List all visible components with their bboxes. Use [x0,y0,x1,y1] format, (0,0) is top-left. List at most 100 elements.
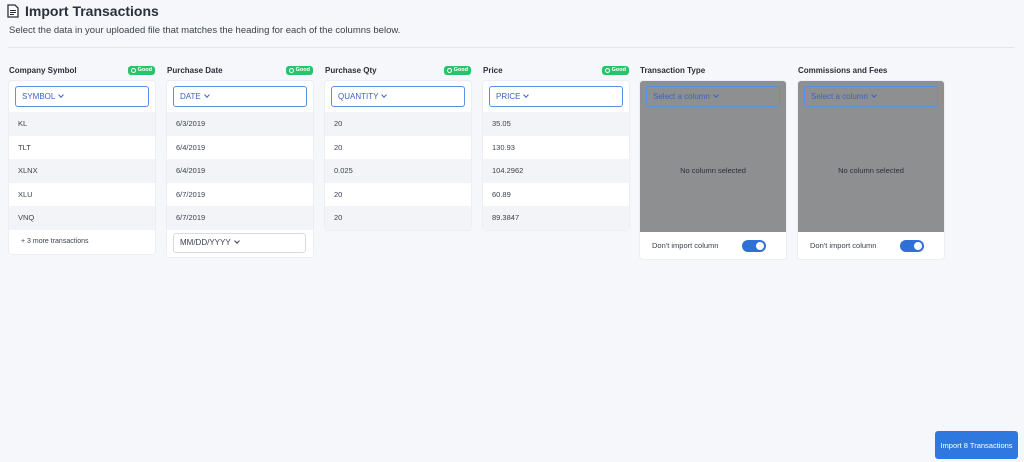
check-circle-icon [446,67,452,73]
column-card: DATE 6/3/2019 6/4/2019 6/4/2019 6/7/2019… [167,81,313,257]
table-row: 6/4/2019 [167,159,313,183]
status-badge: Good [285,65,313,75]
column-header: Transaction Type [640,63,786,77]
table-row: 35.05 [483,112,629,136]
badge-label: Good [453,67,468,73]
toggle-knob [914,241,922,250]
table-row: 20 [334,142,343,152]
table-row: 0.025 [325,159,471,183]
column-price: Price Good PRICE 35.05 130.93 104.2962 6… [483,63,629,230]
column-select[interactable]: QUANTITY [331,86,465,107]
column-header: Purchase Qty Good [325,63,471,77]
toggle-label: Don't import column [652,241,719,250]
table-row: XLU [18,189,33,199]
table-row: 6/3/2019 [167,112,313,136]
column-commissions-fees: Commissions and Fees Select a column No … [798,63,944,259]
toggle-row: Don't import column [798,232,944,259]
table-row: VNQ [9,206,155,230]
column-select[interactable]: Select a column [804,86,938,107]
chevron-down-icon [871,92,877,98]
select-wrap: QUANTITY [325,81,471,112]
column-select[interactable]: DATE [173,86,307,107]
column-card: Select a column No column selected Don't… [640,81,786,259]
column-card: PRICE 35.05 130.93 104.2962 60.89 89.384… [483,81,629,230]
column-select[interactable]: SYMBOL [15,86,149,107]
table-row: 6/7/2019 [167,206,313,230]
table-row: 89.3847 [483,206,629,230]
column-header: Purchase Date Good [167,63,313,77]
badge-label: Good [611,67,626,73]
column-company-symbol: Company Symbol Good SYMBOL KL TLT XLNX X… [9,63,155,254]
badge-label: Good [295,67,310,73]
dont-import-toggle[interactable] [900,239,924,252]
page-title: Import Transactions [25,3,159,19]
check-circle-icon [288,67,294,73]
column-card: SYMBOL KL TLT XLNX XLU VNQ + 3 more tran… [9,81,155,254]
column-title: Price [483,65,503,75]
column-transaction-type: Transaction Type Select a column No colu… [640,63,786,259]
select-value: QUANTITY [338,92,379,101]
select-wrap: DATE [167,81,313,112]
select-value: PRICE [496,92,521,101]
title-row: Import Transactions [7,3,1014,19]
chevron-down-icon [203,92,210,98]
table-row: 60.89 [492,189,511,199]
toggle-knob [756,241,764,250]
select-placeholder: Select a column [653,92,710,101]
table-row: 20 [325,206,471,230]
column-purchase-date: Purchase Date Good DATE 6/3/2019 6/4/201… [167,63,313,257]
column-card: QUANTITY 20 20 0.025 20 20 [325,81,471,230]
dont-import-toggle[interactable] [742,239,766,252]
column-select[interactable]: Select a column [646,86,780,107]
column-title: Commissions and Fees [798,65,888,75]
table-row: 6/4/2019 [176,142,206,152]
column-title: Company Symbol [9,65,77,75]
date-format-select[interactable]: MM/DD/YYYY [173,232,306,253]
page-subtitle: Select the data in your uploaded file th… [9,25,401,36]
more-transactions-link[interactable]: + 3 more transactions [9,230,155,254]
select-value: SYMBOL [22,92,56,101]
select-wrap: PRICE [483,81,629,112]
empty-state-text: No column selected [680,166,746,175]
date-format-value: MM/DD/YYYY [180,238,231,247]
table-row: 104.2962 [483,159,629,183]
table-row: 20 [334,189,343,199]
column-title: Transaction Type [640,65,706,75]
column-header: Company Symbol Good [9,63,155,77]
column-title: Purchase Qty [325,65,377,75]
select-value: DATE [180,92,201,101]
badge-label: Good [137,67,152,73]
table-row: XLNX [9,159,155,183]
disabled-column-area: Select a column No column selected [640,81,786,232]
table-row: TLT [18,142,31,152]
check-circle-icon [130,67,136,73]
empty-state-text: No column selected [838,166,904,175]
status-badge: Good [127,65,155,75]
column-header: Commissions and Fees [798,63,944,77]
chevron-down-icon [713,92,719,98]
document-icon [7,4,19,18]
header-divider [8,47,1014,48]
date-format-wrap: MM/DD/YYYY [167,230,313,257]
chevron-down-icon [523,92,530,98]
select-placeholder: Select a column [811,92,868,101]
table-row: KL [9,112,155,136]
disabled-column-area: Select a column No column selected [798,81,944,232]
toggle-row: Don't import column [640,232,786,259]
status-badge: Good [601,65,629,75]
select-wrap: SYMBOL [9,81,155,112]
import-transactions-button[interactable]: Import 8 Transactions [935,431,1018,459]
table-row: 20 [325,112,471,136]
column-select[interactable]: PRICE [489,86,623,107]
page-header: Import Transactions Select the data in y… [7,3,1014,36]
column-purchase-qty: Purchase Qty Good QUANTITY 20 20 0.025 2… [325,63,471,230]
status-badge: Good [443,65,471,75]
table-row: 130.93 [492,142,515,152]
chevron-down-icon [381,92,388,98]
toggle-label: Don't import column [810,241,877,250]
chevron-down-icon [58,92,65,98]
chevron-down-icon [233,238,240,244]
table-row: 6/7/2019 [176,189,206,199]
check-circle-icon [604,67,610,73]
column-header: Price Good [483,63,629,77]
